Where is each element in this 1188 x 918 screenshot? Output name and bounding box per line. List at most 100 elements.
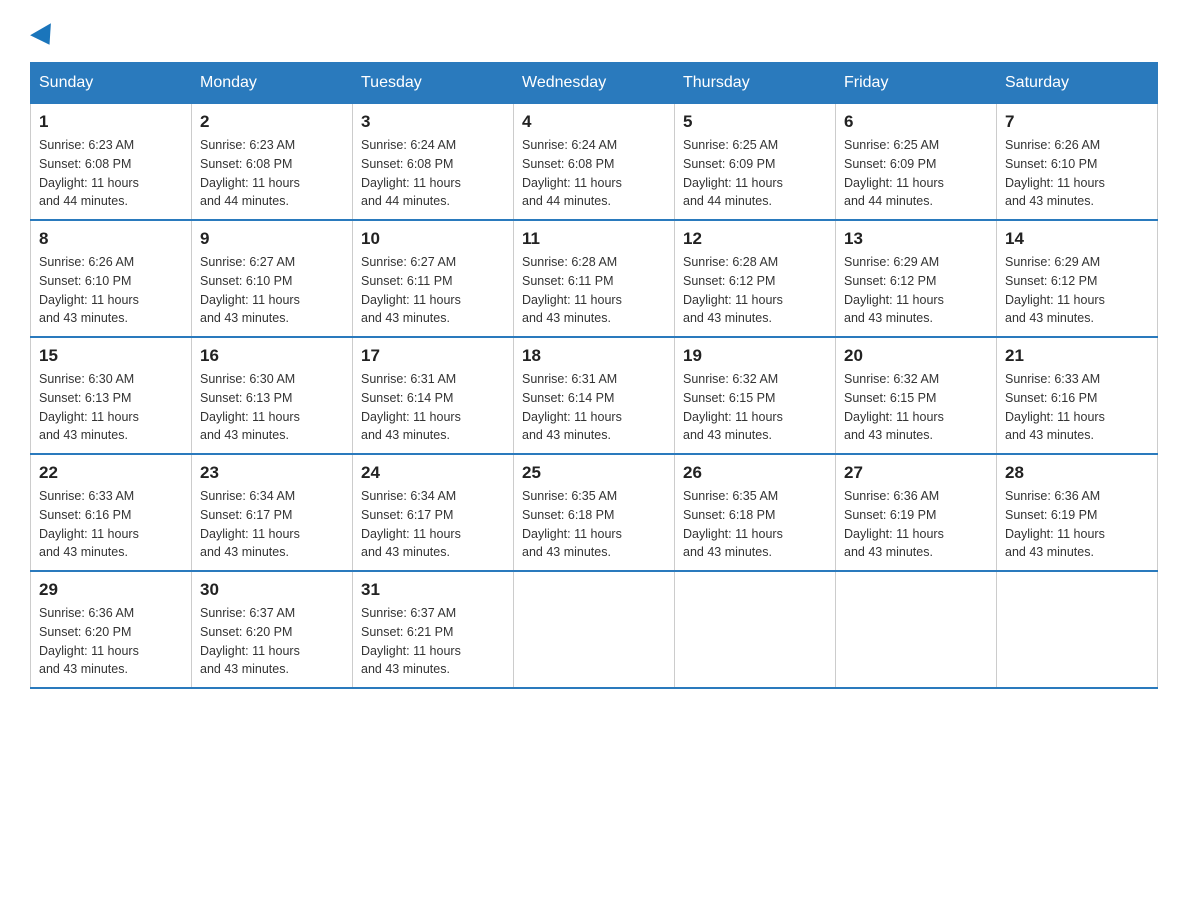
calendar-cell: 31 Sunrise: 6:37 AMSunset: 6:21 PMDayligh… xyxy=(353,571,514,688)
calendar-cell: 24 Sunrise: 6:34 AMSunset: 6:17 PMDayligh… xyxy=(353,454,514,571)
calendar-cell: 9 Sunrise: 6:27 AMSunset: 6:10 PMDaylight… xyxy=(192,220,353,337)
calendar-cell: 4Sunrise: 6:24 AMSunset: 6:08 PMDaylight… xyxy=(514,103,675,220)
day-info: Sunrise: 6:33 AMSunset: 6:16 PMDaylight:… xyxy=(39,487,183,562)
day-info: Sunrise: 6:31 AMSunset: 6:14 PMDaylight:… xyxy=(361,370,505,445)
day-info: Sunrise: 6:26 AMSunset: 6:10 PMDaylight:… xyxy=(39,253,183,328)
calendar-cell: 18Sunrise: 6:31 AMSunset: 6:14 PMDayligh… xyxy=(514,337,675,454)
day-number: 10 xyxy=(361,229,505,249)
calendar-cell: 25 Sunrise: 6:35 AMSunset: 6:18 PMDayligh… xyxy=(514,454,675,571)
day-number: 18 xyxy=(522,346,666,366)
day-number: 14 xyxy=(1005,229,1149,249)
day-number: 24 xyxy=(361,463,505,483)
day-number: 11 xyxy=(522,229,666,249)
day-info: Sunrise: 6:36 AMSunset: 6:19 PMDaylight:… xyxy=(1005,487,1149,562)
day-number: 27 xyxy=(844,463,988,483)
day-info: Sunrise: 6:35 AMSunset: 6:18 PMDaylight:… xyxy=(522,487,666,562)
day-info: Sunrise: 6:29 AMSunset: 6:12 PMDaylight:… xyxy=(1005,253,1149,328)
calendar-cell: 26 Sunrise: 6:35 AMSunset: 6:18 PMDayligh… xyxy=(675,454,836,571)
calendar-week-row: 1 Sunrise: 6:23 AMSunset: 6:08 PMDaylight… xyxy=(31,103,1158,220)
day-number: 17 xyxy=(361,346,505,366)
calendar-cell xyxy=(675,571,836,688)
calendar-table: SundayMondayTuesdayWednesdayThursdayFrid… xyxy=(30,62,1158,689)
calendar-week-row: 29Sunrise: 6:36 AMSunset: 6:20 PMDayligh… xyxy=(31,571,1158,688)
calendar-cell xyxy=(514,571,675,688)
day-info: Sunrise: 6:28 AMSunset: 6:12 PMDaylight:… xyxy=(683,253,827,328)
calendar-cell: 27 Sunrise: 6:36 AMSunset: 6:19 PMDayligh… xyxy=(836,454,997,571)
calendar-cell xyxy=(836,571,997,688)
calendar-cell: 3 Sunrise: 6:24 AMSunset: 6:08 PMDaylight… xyxy=(353,103,514,220)
calendar-cell: 1 Sunrise: 6:23 AMSunset: 6:08 PMDaylight… xyxy=(31,103,192,220)
col-header-friday: Friday xyxy=(836,63,997,103)
col-header-monday: Monday xyxy=(192,63,353,103)
day-number: 9 xyxy=(200,229,344,249)
calendar-cell: 20 Sunrise: 6:32 AMSunset: 6:15 PMDayligh… xyxy=(836,337,997,454)
day-info: Sunrise: 6:23 AMSunset: 6:08 PMDaylight:… xyxy=(39,136,183,211)
page-header xyxy=(30,30,1158,42)
day-info: Sunrise: 6:27 AMSunset: 6:11 PMDaylight:… xyxy=(361,253,505,328)
day-number: 16 xyxy=(200,346,344,366)
day-info: Sunrise: 6:23 AMSunset: 6:08 PMDaylight:… xyxy=(200,136,344,211)
calendar-cell: 7 Sunrise: 6:26 AMSunset: 6:10 PMDaylight… xyxy=(997,103,1158,220)
day-number: 3 xyxy=(361,112,505,132)
day-info: Sunrise: 6:37 AMSunset: 6:21 PMDaylight:… xyxy=(361,604,505,679)
day-info: Sunrise: 6:32 AMSunset: 6:15 PMDaylight:… xyxy=(844,370,988,445)
day-number: 2 xyxy=(200,112,344,132)
calendar-cell: 5Sunrise: 6:25 AMSunset: 6:09 PMDaylight… xyxy=(675,103,836,220)
day-info: Sunrise: 6:32 AMSunset: 6:15 PMDaylight:… xyxy=(683,370,827,445)
calendar-cell: 21 Sunrise: 6:33 AMSunset: 6:16 PMDayligh… xyxy=(997,337,1158,454)
day-number: 28 xyxy=(1005,463,1149,483)
logo-triangle-icon xyxy=(30,23,60,51)
day-info: Sunrise: 6:35 AMSunset: 6:18 PMDaylight:… xyxy=(683,487,827,562)
calendar-cell: 16Sunrise: 6:30 AMSunset: 6:13 PMDayligh… xyxy=(192,337,353,454)
day-number: 8 xyxy=(39,229,183,249)
day-number: 25 xyxy=(522,463,666,483)
day-number: 23 xyxy=(200,463,344,483)
day-number: 30 xyxy=(200,580,344,600)
calendar-cell: 12Sunrise: 6:28 AMSunset: 6:12 PMDayligh… xyxy=(675,220,836,337)
calendar-cell: 6Sunrise: 6:25 AMSunset: 6:09 PMDaylight… xyxy=(836,103,997,220)
day-number: 13 xyxy=(844,229,988,249)
day-info: Sunrise: 6:24 AMSunset: 6:08 PMDaylight:… xyxy=(361,136,505,211)
logo xyxy=(30,30,57,42)
day-number: 15 xyxy=(39,346,183,366)
calendar-cell: 10 Sunrise: 6:27 AMSunset: 6:11 PMDayligh… xyxy=(353,220,514,337)
calendar-header-row: SundayMondayTuesdayWednesdayThursdayFrid… xyxy=(31,63,1158,103)
calendar-cell: 14 Sunrise: 6:29 AMSunset: 6:12 PMDayligh… xyxy=(997,220,1158,337)
day-number: 4 xyxy=(522,112,666,132)
calendar-cell: 23 Sunrise: 6:34 AMSunset: 6:17 PMDayligh… xyxy=(192,454,353,571)
calendar-cell xyxy=(997,571,1158,688)
day-number: 22 xyxy=(39,463,183,483)
calendar-cell: 29Sunrise: 6:36 AMSunset: 6:20 PMDayligh… xyxy=(31,571,192,688)
calendar-cell: 22 Sunrise: 6:33 AMSunset: 6:16 PMDayligh… xyxy=(31,454,192,571)
day-info: Sunrise: 6:29 AMSunset: 6:12 PMDaylight:… xyxy=(844,253,988,328)
calendar-week-row: 22 Sunrise: 6:33 AMSunset: 6:16 PMDayligh… xyxy=(31,454,1158,571)
day-info: Sunrise: 6:36 AMSunset: 6:19 PMDaylight:… xyxy=(844,487,988,562)
day-number: 20 xyxy=(844,346,988,366)
day-number: 29 xyxy=(39,580,183,600)
calendar-week-row: 8 Sunrise: 6:26 AMSunset: 6:10 PMDaylight… xyxy=(31,220,1158,337)
calendar-cell: 17 Sunrise: 6:31 AMSunset: 6:14 PMDayligh… xyxy=(353,337,514,454)
day-number: 31 xyxy=(361,580,505,600)
day-info: Sunrise: 6:30 AMSunset: 6:13 PMDaylight:… xyxy=(39,370,183,445)
col-header-saturday: Saturday xyxy=(997,63,1158,103)
day-number: 5 xyxy=(683,112,827,132)
calendar-week-row: 15 Sunrise: 6:30 AMSunset: 6:13 PMDayligh… xyxy=(31,337,1158,454)
calendar-cell: 2 Sunrise: 6:23 AMSunset: 6:08 PMDaylight… xyxy=(192,103,353,220)
calendar-cell: 8 Sunrise: 6:26 AMSunset: 6:10 PMDaylight… xyxy=(31,220,192,337)
day-number: 1 xyxy=(39,112,183,132)
day-info: Sunrise: 6:37 AMSunset: 6:20 PMDaylight:… xyxy=(200,604,344,679)
day-info: Sunrise: 6:25 AMSunset: 6:09 PMDaylight:… xyxy=(844,136,988,211)
calendar-cell: 19 Sunrise: 6:32 AMSunset: 6:15 PMDayligh… xyxy=(675,337,836,454)
day-number: 26 xyxy=(683,463,827,483)
day-info: Sunrise: 6:26 AMSunset: 6:10 PMDaylight:… xyxy=(1005,136,1149,211)
day-number: 19 xyxy=(683,346,827,366)
day-info: Sunrise: 6:27 AMSunset: 6:10 PMDaylight:… xyxy=(200,253,344,328)
day-number: 21 xyxy=(1005,346,1149,366)
calendar-cell: 28 Sunrise: 6:36 AMSunset: 6:19 PMDayligh… xyxy=(997,454,1158,571)
logo-top xyxy=(30,30,57,46)
day-number: 7 xyxy=(1005,112,1149,132)
col-header-tuesday: Tuesday xyxy=(353,63,514,103)
day-info: Sunrise: 6:34 AMSunset: 6:17 PMDaylight:… xyxy=(200,487,344,562)
day-info: Sunrise: 6:33 AMSunset: 6:16 PMDaylight:… xyxy=(1005,370,1149,445)
day-info: Sunrise: 6:34 AMSunset: 6:17 PMDaylight:… xyxy=(361,487,505,562)
